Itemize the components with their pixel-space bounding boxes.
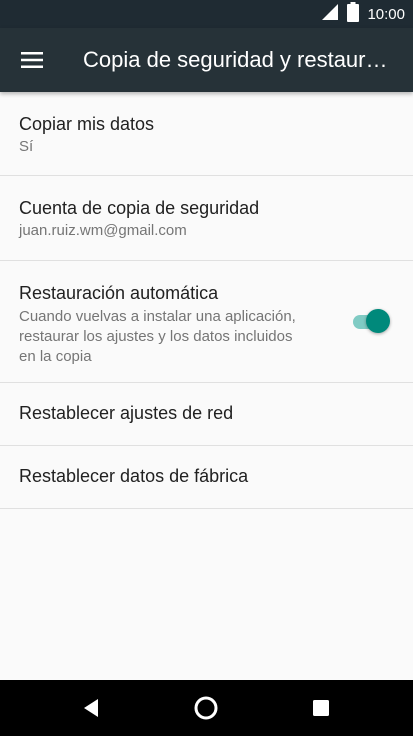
recents-icon[interactable] [291, 680, 351, 736]
toggle-thumb [366, 309, 390, 333]
battery-icon [347, 1, 360, 27]
auto-restore-toggle[interactable] [352, 308, 392, 336]
setting-auto-restore-desc: Cuando vuelvas a instalar una aplicación… [19, 307, 296, 367]
page-title: Copia de seguridad y restaur… [83, 47, 388, 72]
status-icons: 10:00 [321, 0, 405, 28]
setting-copy-data-value: Sí [19, 138, 34, 155]
back-icon[interactable] [62, 680, 122, 736]
setting-copy-data-title: Copiar mis datos [19, 114, 155, 134]
setting-backup-account-title: Cuenta de copia de seguridad [19, 198, 260, 218]
setting-reset-network-title: Restablecer ajustes de red [19, 403, 234, 423]
settings-list: Copiar mis datos Sí Cuenta de copia de s… [0, 92, 413, 509]
nav-bar [0, 680, 413, 736]
setting-backup-account-value: juan.ruiz.wm@gmail.com [19, 222, 187, 239]
app-bar: Copia de seguridad y restaur… [0, 28, 413, 92]
setting-auto-restore-desc-line: restaurar los ajustes y los datos inclui… [19, 328, 293, 345]
setting-auto-restore-desc-line: en la copia [19, 348, 92, 365]
setting-backup-account[interactable]: Cuenta de copia de seguridad juan.ruiz.w… [0, 176, 413, 261]
signal-icon [321, 3, 339, 26]
setting-auto-restore-title: Restauración automática [19, 283, 219, 303]
setting-auto-restore[interactable]: Restauración automática Cuando vuelvas a… [0, 261, 413, 383]
setting-factory-reset[interactable]: Restablecer datos de fábrica [0, 446, 413, 509]
setting-factory-reset-title: Restablecer datos de fábrica [19, 466, 249, 486]
status-bar: 10:00 [0, 0, 413, 28]
menu-icon[interactable] [14, 42, 50, 78]
setting-copy-data[interactable]: Copiar mis datos Sí [0, 92, 413, 176]
status-time: 10:00 [367, 5, 405, 23]
setting-auto-restore-desc-line: Cuando vuelvas a instalar una aplicación… [19, 308, 296, 325]
setting-reset-network[interactable]: Restablecer ajustes de red [0, 383, 413, 446]
home-icon[interactable] [176, 680, 236, 736]
